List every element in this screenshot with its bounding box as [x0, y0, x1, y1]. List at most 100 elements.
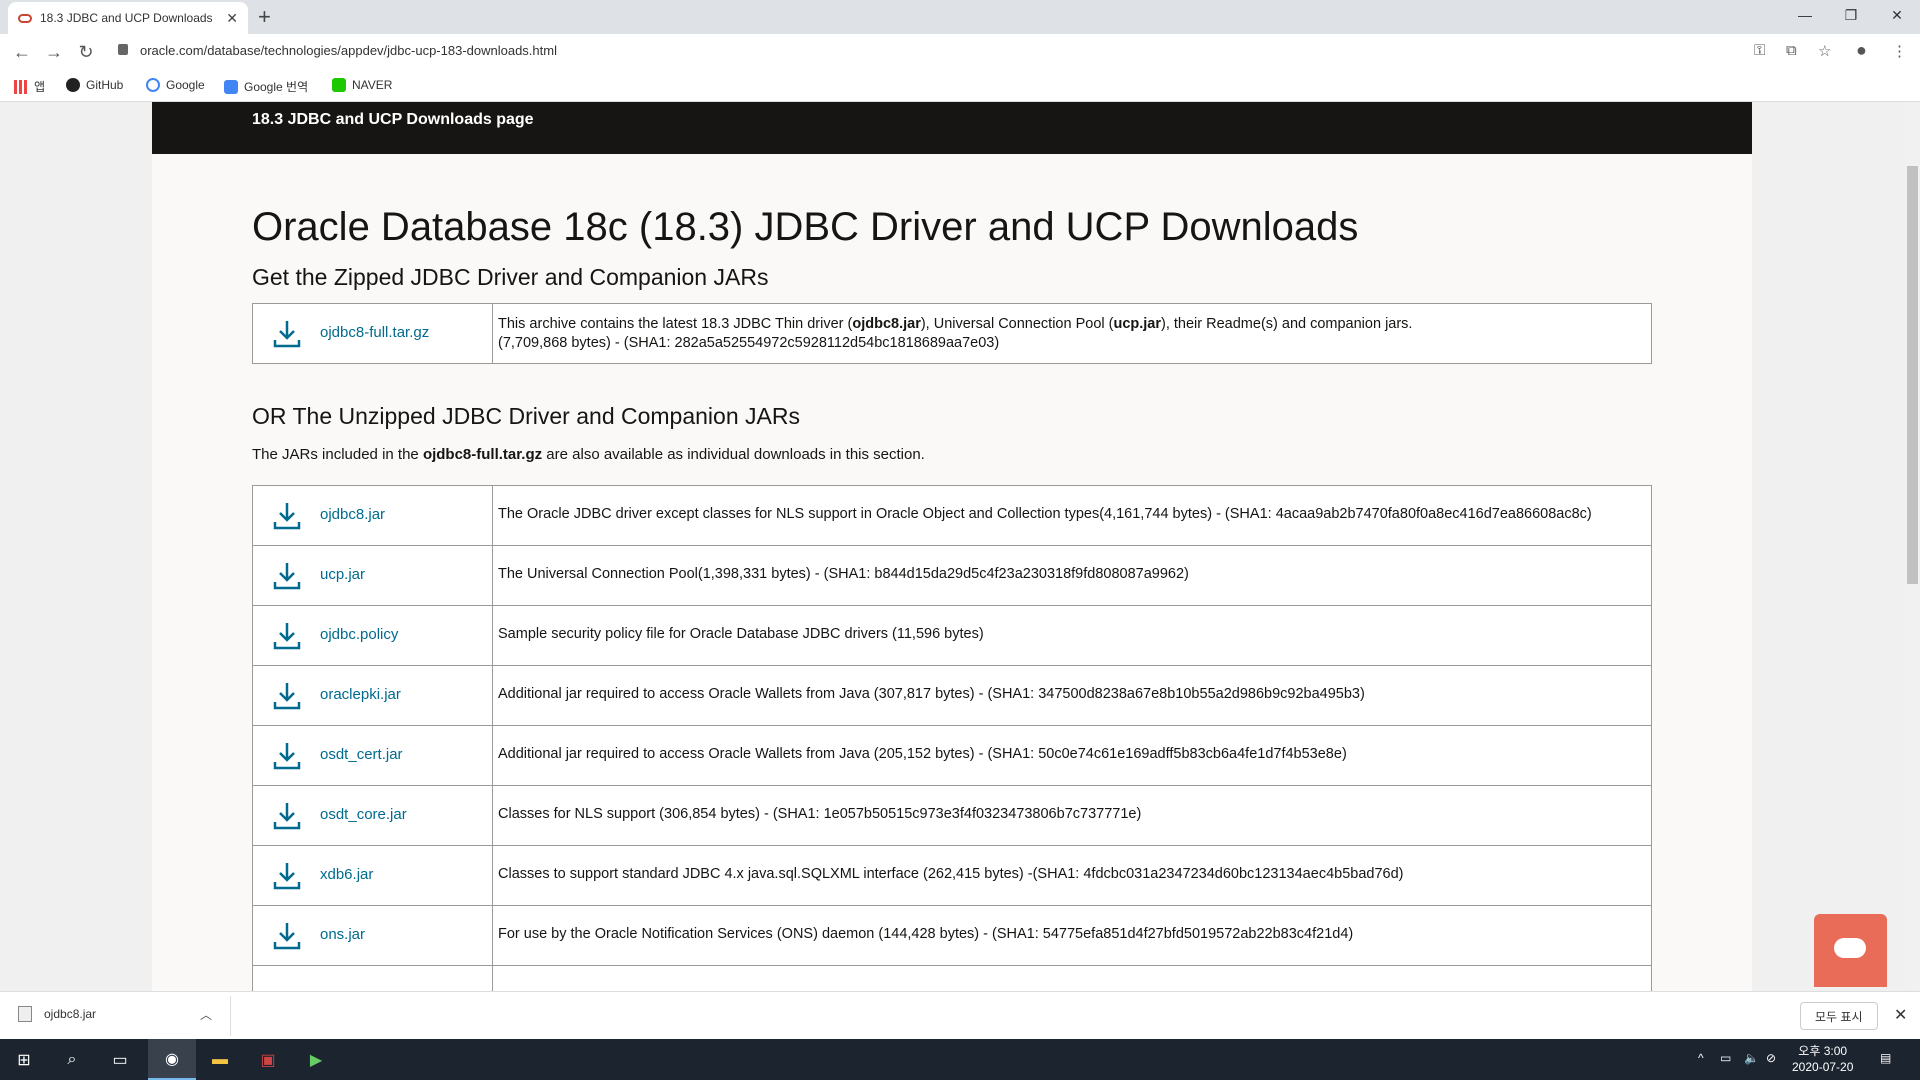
clock-time: 오후 3:00: [1798, 1044, 1848, 1058]
desc-text: ), their Readme(s) and companion jars.: [1161, 316, 1413, 332]
download-icon[interactable]: [271, 740, 303, 772]
download-link-ojdbc8-full[interactable]: ojdbc8-full.tar.gz: [320, 324, 429, 341]
divider: [230, 996, 231, 1036]
download-link[interactable]: osdt_core.jar: [320, 806, 407, 823]
file-icon: [18, 1006, 32, 1022]
download-icon[interactable]: [271, 500, 303, 532]
github-icon: [66, 78, 80, 92]
system-clock[interactable]: 오후 3:00 2020-07-20: [1792, 1043, 1853, 1075]
forward-icon[interactable]: →: [42, 40, 66, 64]
scrollbar-thumb[interactable]: [1907, 166, 1918, 584]
table-row: ojdbc8.jar The Oracle JDBC driver except …: [252, 485, 1652, 546]
intro-text: are also available as individual downloa…: [542, 446, 925, 463]
action-center-icon[interactable]: ▤: [1880, 1051, 1891, 1065]
download-link[interactable]: osdt_cert.jar: [320, 746, 403, 763]
notification-status-icon[interactable]: ⊘: [1766, 1051, 1776, 1065]
page-banner: 18.3 JDBC and UCP Downloads page: [152, 102, 1752, 154]
translate-icon[interactable]: ⧉: [1786, 42, 1797, 59]
chrome-icon[interactable]: ◉: [148, 1039, 196, 1080]
zipped-download-row: ojdbc8-full.tar.gz This archive contains…: [252, 303, 1652, 364]
lock-icon: [118, 44, 128, 55]
table-row-cut: [252, 965, 1652, 991]
download-cell: osdt_cert.jar: [253, 726, 493, 785]
banner-text: 18.3 JDBC and UCP Downloads page: [252, 111, 534, 128]
download-link[interactable]: ons.jar: [320, 926, 365, 943]
naver-icon: [332, 78, 346, 92]
download-cell: ojdbc8.jar: [253, 486, 493, 545]
bookmark-apps[interactable]: 앱: [14, 78, 45, 95]
download-cell: [253, 966, 493, 991]
search-icon[interactable]: ⌕: [48, 1039, 96, 1080]
windows-taskbar: ⊞ ⌕ ▭ ◉ ▬ ▣ ▶ ^ ▭ 🔈 ⊘ 오후 3:00 2020-07-20…: [0, 1039, 1920, 1080]
close-shelf-icon[interactable]: ✕: [1894, 1005, 1907, 1025]
app-icon[interactable]: ▣: [244, 1039, 292, 1080]
download-link[interactable]: ojdbc8.jar: [320, 506, 385, 523]
download-icon[interactable]: [271, 318, 303, 350]
download-link[interactable]: oraclepki.jar: [320, 686, 401, 703]
bookmark-label: GitHub: [86, 78, 124, 92]
apps-grid-icon: [14, 79, 28, 94]
bookmark-label: NAVER: [352, 78, 393, 92]
download-link[interactable]: xdb6.jar: [320, 866, 373, 883]
table-row: xdb6.jar Classes to support standard JDBC…: [252, 845, 1652, 906]
table-row: osdt_cert.jar Additional jar required to …: [252, 725, 1652, 786]
download-icon[interactable]: [271, 800, 303, 832]
download-cell: oraclepki.jar: [253, 666, 493, 725]
intro-bold-file: ojdbc8-full.tar.gz: [422, 446, 543, 463]
page-title: Oracle Database 18c (18.3) JDBC Driver a…: [252, 205, 1359, 249]
start-icon[interactable]: ⊞: [0, 1039, 48, 1080]
close-tab-icon[interactable]: ✕: [226, 10, 238, 27]
file-description: Classes for NLS support (306,854 bytes) …: [498, 806, 1142, 822]
file-description: Additional jar required to access Oracle…: [498, 686, 1365, 702]
clock-date: 2020-07-20: [1792, 1060, 1854, 1074]
bookmark-github[interactable]: GitHub: [66, 78, 123, 92]
profile-icon[interactable]: ●: [1856, 40, 1867, 61]
key-icon[interactable]: ⚿: [1754, 42, 1765, 59]
bookmark-star-icon[interactable]: ☆: [1818, 42, 1831, 60]
download-icon[interactable]: [271, 620, 303, 652]
section-heading-unzipped: OR The Unzipped JDBC Driver and Companio…: [252, 403, 800, 429]
tray-chevron-icon[interactable]: ^: [1698, 1051, 1704, 1065]
bookmark-google[interactable]: Google: [146, 78, 205, 92]
volume-icon[interactable]: 🔈: [1744, 1051, 1759, 1065]
file-explorer-icon[interactable]: ▬: [196, 1039, 244, 1080]
download-icon[interactable]: [271, 920, 303, 952]
restore-icon[interactable]: ❐: [1828, 0, 1874, 30]
file-description: Additional jar required to access Oracle…: [498, 746, 1347, 762]
network-icon[interactable]: ▭: [1720, 1051, 1731, 1065]
download-icon[interactable]: [271, 560, 303, 592]
close-window-icon[interactable]: ✕: [1874, 0, 1920, 30]
desc-text: This archive contains the latest 18.3 JD…: [498, 316, 853, 332]
download-link[interactable]: ojdbc.policy: [320, 626, 398, 643]
new-tab-icon[interactable]: +: [258, 4, 271, 30]
media-app-icon[interactable]: ▶: [292, 1039, 340, 1080]
table-row: oraclepki.jar Additional jar required to …: [252, 665, 1652, 726]
file-description: Sample security policy file for Oracle D…: [498, 626, 984, 642]
download-cell: ons.jar: [253, 906, 493, 965]
tab-bar: 18.3 JDBC and UCP Downloads ✕ + — ❐ ✕: [0, 0, 1920, 34]
minimize-icon[interactable]: —: [1782, 0, 1828, 30]
task-view-icon[interactable]: ▭: [96, 1039, 144, 1080]
address-bar[interactable]: oracle.com/database/technologies/appdev/…: [140, 43, 557, 58]
content-container: 18.3 JDBC and UCP Downloads page Oracle …: [152, 102, 1752, 991]
menu-icon[interactable]: ⋮: [1892, 42, 1907, 60]
bookmark-naver[interactable]: NAVER: [332, 78, 392, 92]
show-all-button[interactable]: 모두 표시: [1800, 1002, 1878, 1030]
back-icon[interactable]: ←: [10, 40, 34, 64]
download-link[interactable]: ucp.jar: [320, 566, 365, 583]
chevron-up-icon[interactable]: ︿: [200, 1006, 212, 1023]
table-row: ucp.jar The Universal Connection Pool(1,3…: [252, 545, 1652, 606]
bookmark-label: Google: [166, 78, 205, 92]
vertical-scrollbar[interactable]: [1905, 102, 1920, 991]
intro-text: The JARs included in the: [252, 446, 423, 463]
desc-size-sha: (7,709,868 bytes) - (SHA1: 282a5a5255497…: [498, 335, 1000, 351]
download-item[interactable]: ojdbc8.jar: [18, 1006, 96, 1022]
browser-tab[interactable]: 18.3 JDBC and UCP Downloads ✕: [8, 2, 248, 34]
reload-icon[interactable]: ↻: [74, 40, 98, 64]
download-icon[interactable]: [271, 860, 303, 892]
google-translate-icon: [224, 79, 238, 94]
file-description: Classes to support standard JDBC 4.x jav…: [498, 866, 1404, 882]
chat-button[interactable]: [1814, 914, 1887, 987]
download-icon[interactable]: [271, 680, 303, 712]
bookmark-google-translate[interactable]: Google 번역: [224, 78, 308, 95]
